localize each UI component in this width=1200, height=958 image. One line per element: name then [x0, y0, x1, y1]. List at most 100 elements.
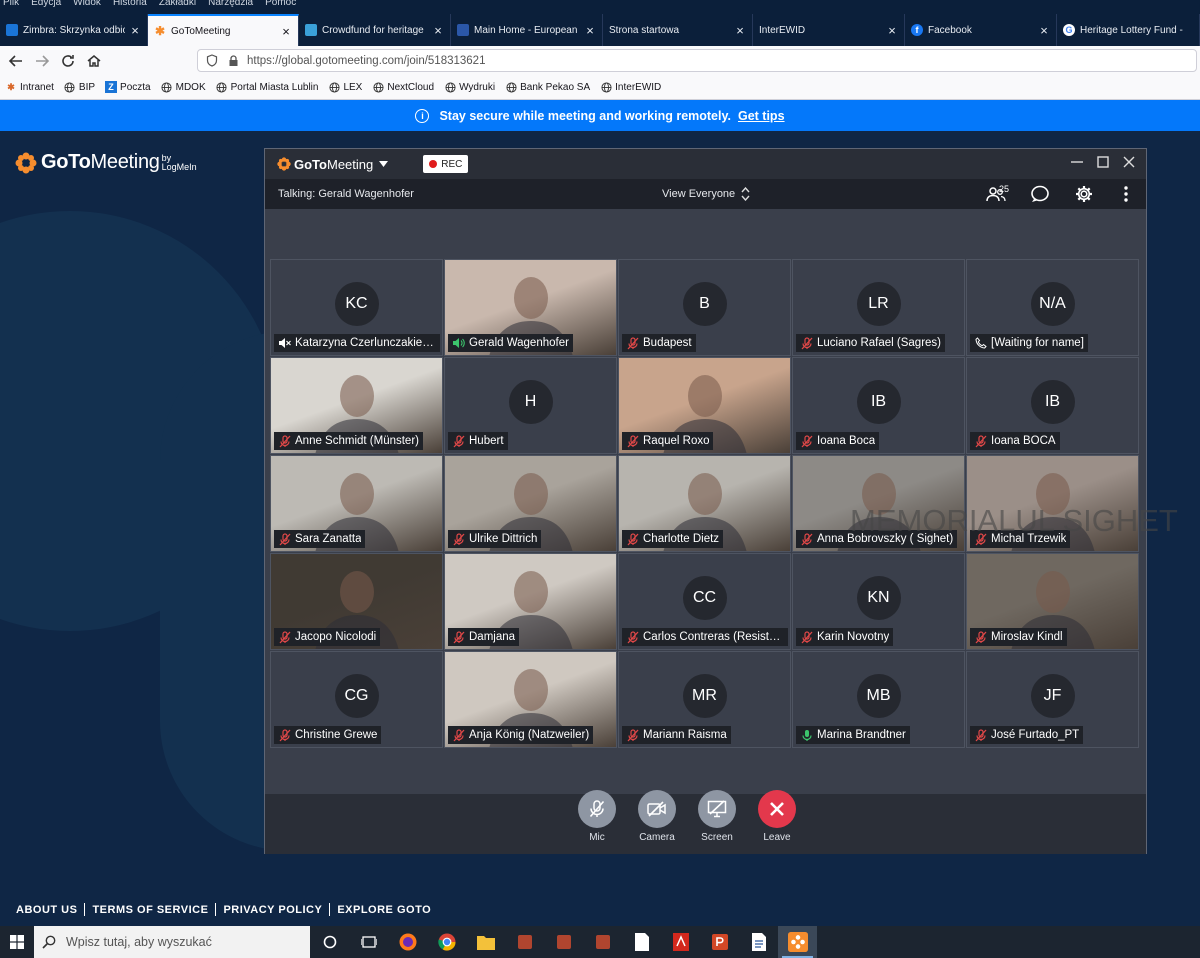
- bookmark-5[interactable]: Portal Miasta Lublin: [216, 81, 318, 93]
- participant-tile[interactable]: H Hubert: [444, 357, 617, 454]
- close-tab-icon[interactable]: ×: [1038, 23, 1050, 38]
- taskbar-app-4[interactable]: [505, 926, 544, 958]
- bookmark-3[interactable]: Z Poczta: [105, 81, 151, 93]
- attendees-button[interactable]: 25: [974, 184, 1018, 202]
- menu-history[interactable]: Historia: [113, 0, 147, 8]
- address-bar[interactable]: https://global.gotomeeting.com/join/5183…: [197, 49, 1197, 72]
- tab-4[interactable]: Main Home - European ×: [451, 14, 603, 46]
- camera-button[interactable]: Camera: [632, 790, 682, 843]
- bookmark-8[interactable]: Wydruki: [444, 81, 495, 93]
- home-button[interactable]: [81, 49, 107, 73]
- menu-view[interactable]: Widok: [73, 0, 101, 8]
- participant-tile[interactable]: Gerald Wagenhofer: [444, 259, 617, 356]
- taskbar-app-8[interactable]: [661, 926, 700, 958]
- tab-5[interactable]: Strona startowa ×: [603, 14, 753, 46]
- bookmark-2[interactable]: BIP: [64, 81, 95, 93]
- taskbar-app-2[interactable]: [427, 926, 466, 958]
- taskbar-app-9[interactable]: [700, 926, 739, 958]
- start-button[interactable]: [0, 926, 34, 958]
- bookmark-1[interactable]: ✱ Intranet: [5, 81, 54, 93]
- participant-tile[interactable]: Sara Zanatta: [270, 455, 443, 552]
- taskbar-app-1[interactable]: [388, 926, 427, 958]
- meeting-menu-button[interactable]: GoTo Meeting: [277, 157, 389, 172]
- participant-name-label: Ulrike Dittrich: [448, 530, 542, 548]
- cortana-button[interactable]: [310, 926, 349, 958]
- taskbar-app-5[interactable]: [544, 926, 583, 958]
- taskbar-app-10[interactable]: [739, 926, 778, 958]
- participant-tile[interactable]: B Budapest: [618, 259, 791, 356]
- participant-tile[interactable]: Raquel Roxo: [618, 357, 791, 454]
- participant-tile[interactable]: Miroslav Kindl: [966, 553, 1139, 650]
- participant-tile[interactable]: LR Luciano Rafael (Sagres): [792, 259, 965, 356]
- menu-help[interactable]: Pomoc: [265, 0, 296, 8]
- menu-tools[interactable]: Narzędzia: [208, 0, 253, 8]
- back-button[interactable]: [3, 49, 29, 73]
- participant-tile[interactable]: MR Mariann Raisma: [618, 651, 791, 748]
- participant-tile[interactable]: MB Marina Brandtner: [792, 651, 965, 748]
- tab-8[interactable]: G Heritage Lottery Fund -: [1057, 14, 1200, 46]
- reload-button[interactable]: [55, 49, 81, 73]
- menu-file[interactable]: Plik: [3, 0, 19, 8]
- participant-tile[interactable]: IB Ioana Boca: [792, 357, 965, 454]
- bookmark-9[interactable]: Bank Pekao SA: [505, 81, 590, 93]
- task-view-button[interactable]: [349, 926, 388, 958]
- maximize-icon[interactable]: [1096, 155, 1110, 169]
- participant-tile[interactable]: KC Katarzyna Czerlunczakiewicz: [270, 259, 443, 356]
- taskbar-app-11[interactable]: [778, 926, 817, 958]
- more-options-button[interactable]: [1106, 186, 1146, 202]
- tab-7[interactable]: f Facebook ×: [905, 14, 1057, 46]
- participant-name-label: Miroslav Kindl: [970, 628, 1067, 646]
- participant-tile[interactable]: Jacopo Nicolodi: [270, 553, 443, 650]
- participant-tile[interactable]: IB Ioana BOCA: [966, 357, 1139, 454]
- bookmark-4[interactable]: MDOK: [161, 81, 206, 93]
- minimize-icon[interactable]: [1070, 155, 1084, 169]
- app-icon: [516, 933, 534, 951]
- bookmark-10[interactable]: InterEWID: [600, 81, 661, 93]
- close-tab-icon[interactable]: ×: [432, 23, 444, 38]
- tab-6[interactable]: InterEWID ×: [753, 14, 905, 46]
- close-tab-icon[interactable]: ×: [129, 23, 141, 38]
- leave-button[interactable]: Leave: [752, 790, 802, 843]
- participant-tile[interactable]: CC Carlos Contreras (Resistencia): [618, 553, 791, 650]
- terms-of-service-link[interactable]: TERMS OF SERVICE: [92, 904, 208, 916]
- close-icon[interactable]: [1122, 155, 1136, 169]
- participant-tile[interactable]: Damjana: [444, 553, 617, 650]
- taskbar-app-6[interactable]: [583, 926, 622, 958]
- screen-button[interactable]: Screen: [692, 790, 742, 843]
- tab-3[interactable]: Crowdfund for heritage ×: [299, 14, 451, 46]
- bookmark-7[interactable]: NextCloud: [372, 81, 434, 93]
- participant-tile[interactable]: JF José Furtado_PT: [966, 651, 1139, 748]
- participant-tile[interactable]: N/A [Waiting for name]: [966, 259, 1139, 356]
- menu-bookmarks[interactable]: Zakładki: [159, 0, 196, 8]
- participant-tile[interactable]: Charlotte Dietz: [618, 455, 791, 552]
- participant-tile[interactable]: KN Karin Novotny: [792, 553, 965, 650]
- settings-button[interactable]: [1062, 185, 1106, 203]
- bookmark-6[interactable]: LEX: [328, 81, 362, 93]
- participant-name-label: Budapest: [622, 334, 696, 352]
- taskbar-app-7[interactable]: [622, 926, 661, 958]
- participant-tile[interactable]: Anne Schmidt (Münster): [270, 357, 443, 454]
- participant-avatar: MR: [682, 674, 727, 718]
- explore-goto-link[interactable]: EXPLORE GOTO: [337, 904, 431, 916]
- participant-tile[interactable]: Anja König (Natzweiler): [444, 651, 617, 748]
- taskbar-app-3[interactable]: [466, 926, 505, 958]
- view-everyone-selector[interactable]: View Everyone: [662, 187, 750, 201]
- participant-tile[interactable]: CG Christine Grewe: [270, 651, 443, 748]
- menu-edit[interactable]: Edycja: [31, 0, 61, 8]
- get-tips-link[interactable]: Get tips: [738, 109, 785, 123]
- close-tab-icon[interactable]: ×: [584, 23, 596, 38]
- tab-1[interactable]: Zimbra: Skrzynka odbiorcza ×: [0, 14, 148, 46]
- about-us-link[interactable]: ABOUT US: [16, 904, 77, 916]
- participant-tile[interactable]: Ulrike Dittrich: [444, 455, 617, 552]
- close-tab-icon[interactable]: ×: [886, 23, 898, 38]
- privacy-policy-link[interactable]: PRIVACY POLICY: [223, 904, 322, 916]
- close-tab-icon[interactable]: ×: [280, 24, 292, 39]
- chat-button[interactable]: [1018, 185, 1062, 203]
- taskbar-search[interactable]: Wpisz tutaj, aby wyszukać: [34, 926, 310, 958]
- gotomeeting-logo[interactable]: GoToMeeting by LogMeIn: [15, 151, 197, 174]
- forward-button[interactable]: [29, 49, 55, 73]
- mic-button[interactable]: Mic: [572, 790, 622, 843]
- tab-2[interactable]: ✱ GoToMeeting ×: [148, 14, 299, 46]
- mic-muted-icon: [800, 532, 813, 546]
- close-tab-icon[interactable]: ×: [734, 23, 746, 38]
